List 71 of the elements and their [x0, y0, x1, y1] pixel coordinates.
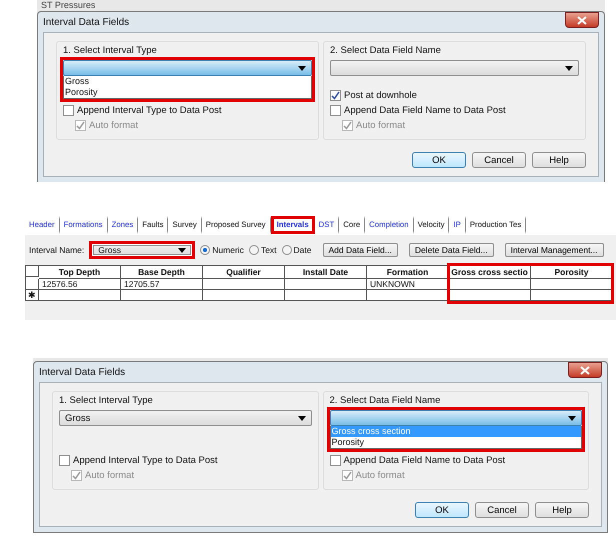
group-label: 2. Select Data Field Name [330, 45, 442, 56]
dropdown-option[interactable]: Gross [64, 76, 311, 87]
table-cell: UNKNOWN [367, 279, 449, 290]
column-header: Base Depth [121, 266, 203, 279]
caret-icon [298, 66, 306, 70]
check-icon [343, 121, 352, 130]
toolbar-button[interactable]: Delete Data Field... [408, 243, 494, 257]
column-header: Qualifier [203, 266, 285, 279]
checkbox-label: Append Data Field Name to Data Post [344, 455, 506, 466]
column-header: Top Depth [39, 266, 121, 279]
caret-icon [178, 248, 186, 252]
group-label: 1. Select Interval Type [63, 45, 158, 56]
checkbox-label: Auto format [89, 120, 138, 131]
checkbox-label: Append Interval Type to Data Post [77, 105, 222, 116]
table-cell: 12576.56 [39, 279, 121, 290]
radio-label: Numeric [212, 245, 244, 255]
check-icon [72, 471, 81, 480]
checkbox[interactable] [59, 455, 70, 466]
caret-icon [298, 416, 306, 420]
caret-icon [565, 66, 573, 70]
radio-label: Text [260, 245, 277, 255]
radio-button[interactable] [248, 245, 259, 255]
checkbox[interactable] [330, 90, 341, 101]
toolbar-button[interactable]: Add Data Field... [322, 243, 398, 257]
background-label: ST Pressures [41, 0, 96, 10]
checkbox[interactable] [63, 105, 74, 116]
dropdown[interactable] [330, 60, 579, 76]
dropdown[interactable]: Gross [59, 410, 312, 426]
column-header: Porosity [531, 266, 613, 279]
radio-button[interactable] [200, 245, 210, 255]
check-icon [342, 471, 352, 480]
dropdown[interactable] [330, 410, 582, 426]
table-cell: 12705.57 [121, 279, 203, 290]
dialog-button[interactable]: Help [532, 152, 586, 168]
dialog-button[interactable]: Help [535, 502, 589, 518]
checkbox-label: Auto format [85, 470, 134, 481]
radio-label: Date [294, 245, 312, 255]
checkbox-label: Auto format [356, 470, 405, 481]
interval-name-dropdown[interactable]: Gross [89, 241, 196, 259]
dialog-button[interactable]: OK [412, 152, 466, 168]
checkbox-label: Post at downhole [344, 90, 417, 101]
dropdown-option[interactable]: Porosity [64, 87, 311, 98]
close-icon [577, 16, 587, 24]
dialog-button[interactable]: Cancel [472, 152, 526, 168]
column-header: Install Date [285, 266, 367, 279]
column-header: Gross cross sectio [449, 266, 531, 279]
close-button[interactable] [568, 362, 602, 378]
group-label: 2. Select Data Field Name [330, 395, 442, 406]
check-icon [76, 121, 85, 130]
checkbox-label: Append Data Field Name to Data Post [344, 105, 506, 116]
caret-icon [568, 416, 576, 420]
dialog-button[interactable]: Cancel [475, 502, 529, 518]
radio-button[interactable] [282, 245, 292, 255]
column-header: Formation [367, 266, 449, 279]
group-label: 1. Select Interval Type [59, 395, 154, 406]
dropdown-option[interactable]: Porosity [330, 437, 581, 448]
close-icon [580, 366, 590, 374]
checkbox[interactable] [330, 455, 340, 466]
dialog-button[interactable]: OK [415, 502, 469, 518]
window-title: Interval Data Fields [39, 366, 126, 378]
dropdown-value: Gross [65, 412, 90, 424]
window-title: Interval Data Fields [43, 16, 130, 28]
close-button[interactable] [565, 12, 599, 28]
field-label: Interval Name: [29, 245, 84, 255]
row-header-cell[interactable] [26, 279, 39, 290]
dropdown[interactable] [63, 60, 312, 76]
checkbox-label: Append Interval Type to Data Post [73, 455, 218, 466]
checkbox-label: Auto format [356, 120, 406, 131]
checkbox[interactable] [330, 105, 341, 116]
check-icon [331, 91, 340, 100]
toolbar-button[interactable]: Interval Management... [504, 243, 604, 257]
